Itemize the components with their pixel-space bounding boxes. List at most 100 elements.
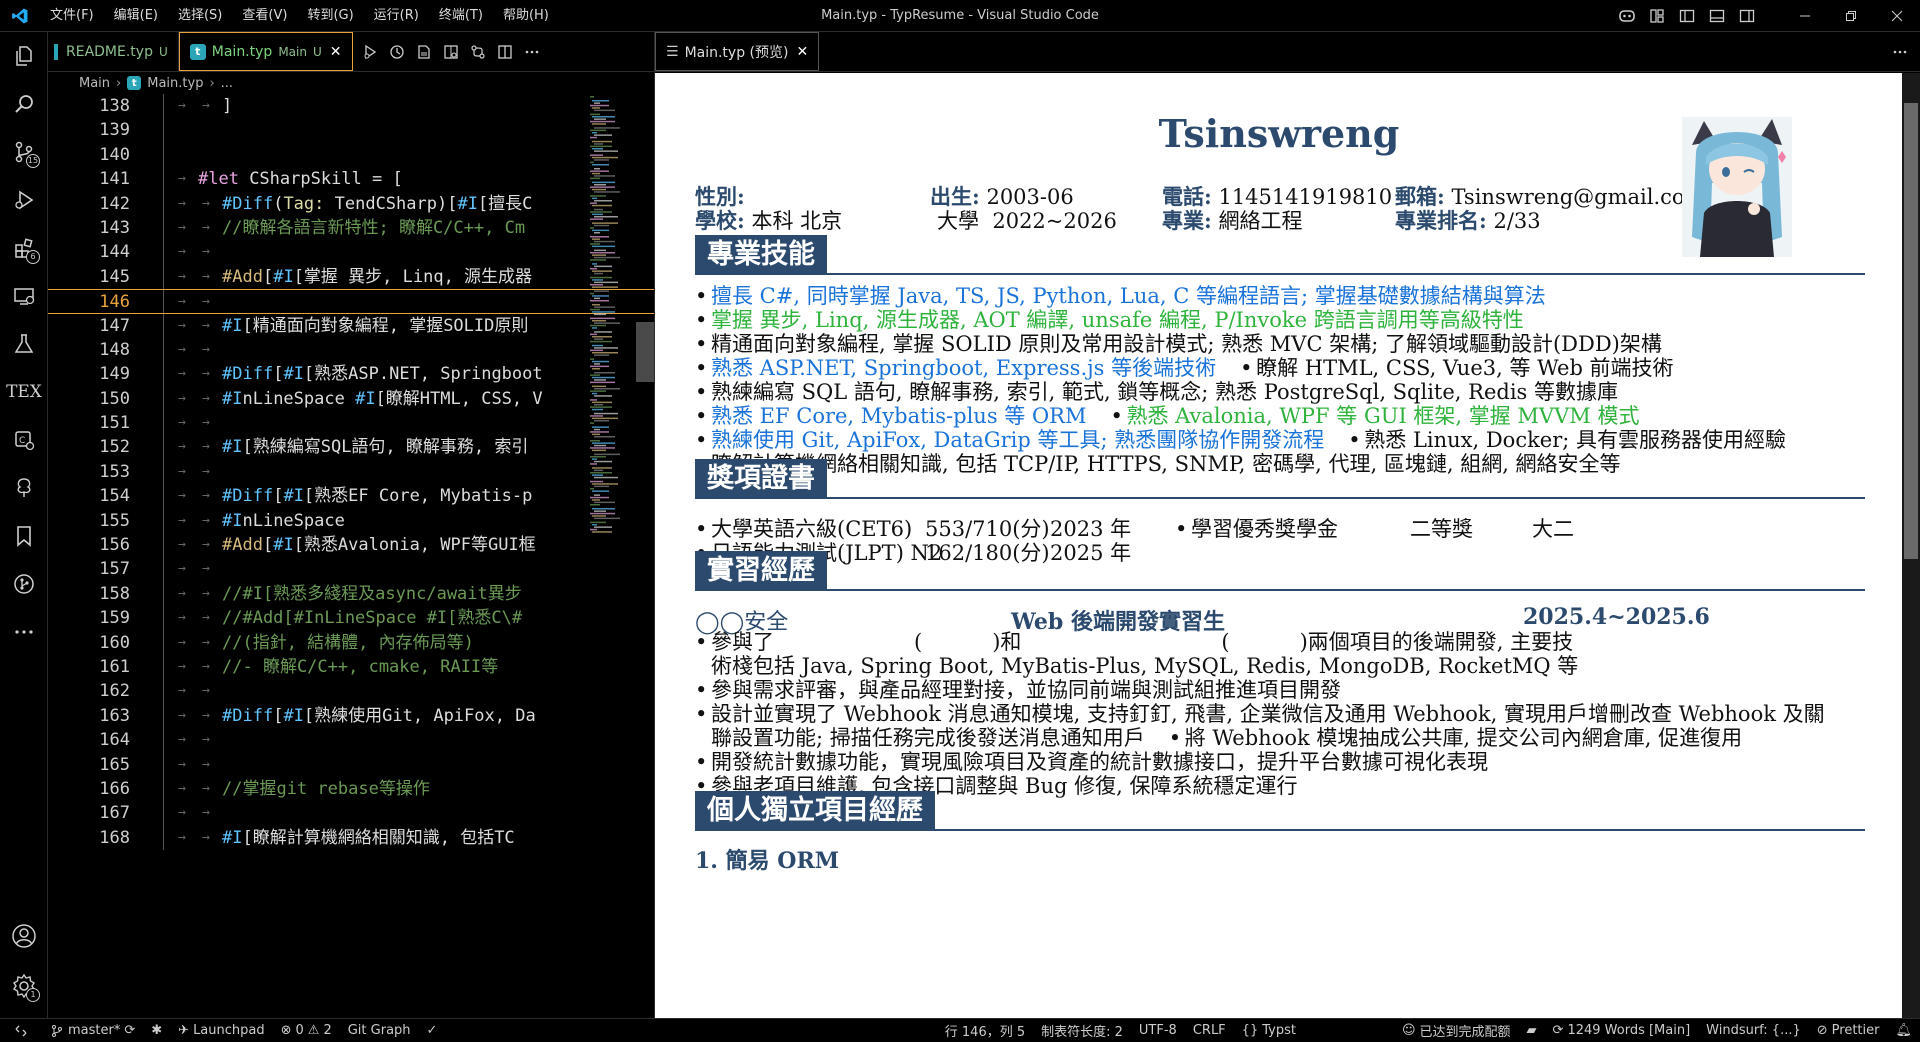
code-line[interactable]: 141 → #let CSharpSkill = [ <box>48 167 654 192</box>
encoding[interactable]: UTF-8 <box>1131 1023 1185 1038</box>
scrollbar-thumb[interactable] <box>636 322 654 382</box>
cursor-position[interactable]: 行 146，列 5 <box>937 1021 1033 1040</box>
code-line[interactable]: 155 → → #InLineSpace <box>48 508 654 534</box>
explorer-icon[interactable] <box>0 32 48 80</box>
tab-preview[interactable]: ☰ Main.typ (预览) ✕ <box>655 32 820 71</box>
minimap[interactable] <box>588 94 621 1018</box>
code-line[interactable]: 165 → → <box>48 752 654 777</box>
code-line[interactable]: 158 → → //#I[熟悉多綫程及async/await異步 <box>48 581 654 607</box>
container-settings-icon[interactable]: C <box>0 416 48 464</box>
code-line[interactable]: 160 → → //(指針, 結構體, 內存佈局等) <box>48 630 654 655</box>
code-line[interactable]: 146 → → <box>48 289 654 314</box>
more-views-icon[interactable] <box>0 608 48 656</box>
word-count[interactable]: ⟳ 1249 Words [Main] <box>1545 1023 1699 1038</box>
compare-changes-icon[interactable] <box>465 32 492 72</box>
tex-icon[interactable]: TEX <box>0 368 48 416</box>
breadcrumb-symbol[interactable]: ... <box>221 76 233 91</box>
timeline-history-icon[interactable] <box>384 32 411 72</box>
bookmark-icon[interactable] <box>0 512 48 560</box>
code-line[interactable]: 148 → → <box>48 337 654 363</box>
copilot-status[interactable]: ☺ 已达到完成配额 <box>1394 1021 1519 1040</box>
menu-item[interactable]: 查看(V) <box>232 0 297 32</box>
code-line[interactable]: 159 → → //#Add[#InLineSpace #I[熟悉C\# <box>48 606 654 631</box>
code-editor[interactable]: 138 → →] 139 140 141 → #let CSharpSkill = [142 →… <box>48 94 654 1018</box>
menu-item[interactable]: 选择(S) <box>168 0 232 32</box>
menu-item[interactable]: 编辑(E) <box>104 0 168 32</box>
testing-icon[interactable] <box>0 320 48 368</box>
code-line[interactable]: 162 → → <box>48 679 654 704</box>
menu-item[interactable]: 文件(F) <box>40 0 104 32</box>
menu-item[interactable]: 帮助(H) <box>493 0 559 32</box>
git-fetch-icon[interactable]: ✱ <box>143 1023 170 1038</box>
problems-item[interactable]: ⊗ 0 ⚠ 2 <box>273 1023 340 1038</box>
preview-status-icon[interactable]: ▰ <box>1519 1023 1545 1038</box>
code-line[interactable]: 166 → → //掌握git rebase等操作 <box>48 776 654 802</box>
line-ending[interactable]: CRLF <box>1185 1023 1234 1038</box>
close-window-button[interactable] <box>1874 0 1920 32</box>
prettier-status[interactable]: ⊘ Prettier <box>1809 1023 1888 1038</box>
copilot-icon[interactable] <box>1612 0 1642 32</box>
tab-readme[interactable]: README.typ U <box>48 32 179 71</box>
code-line[interactable]: 138 → →] <box>48 94 654 119</box>
branch-item[interactable]: master* ⟳ <box>42 1023 143 1038</box>
code-line[interactable]: 161 → → //- 瞭解C/C++, cmake, RAII等 <box>48 654 654 680</box>
close-tab-icon[interactable]: ✕ <box>796 44 808 60</box>
manage-settings-icon[interactable]: 1 <box>0 962 48 1010</box>
code-line[interactable]: 164 → → <box>48 728 654 753</box>
customize-layout-icon[interactable] <box>1642 0 1672 32</box>
launchpad-item[interactable]: ✈ Launchpad <box>170 1023 272 1038</box>
menu-item[interactable]: 运行(R) <box>364 0 429 32</box>
tree-icon[interactable] <box>0 464 48 512</box>
code-line[interactable]: 147 → → #I[精通面向對象編程, 掌握SOLID原則 <box>48 313 654 338</box>
open-preview-side-icon[interactable] <box>438 32 465 72</box>
code-line[interactable]: 153 → → <box>48 459 654 485</box>
code-line[interactable]: 144 → → <box>48 240 654 265</box>
run-preview-icon[interactable] <box>357 32 384 72</box>
toggle-panel-icon[interactable] <box>1702 0 1732 32</box>
source-control-icon[interactable]: 15 <box>0 128 48 176</box>
code-line[interactable]: 149 → → #Diff[#I[熟悉ASP.NET, Springboot <box>48 362 654 387</box>
code-line[interactable]: 152 → → #I[熟練編寫SQL語句, 瞭解事務, 索引 <box>48 435 654 460</box>
scrollbar-thumb[interactable] <box>1904 103 1918 559</box>
code-line[interactable]: 143 → → //瞭解各語言新特性; 瞭解C/C++, Cm <box>48 215 654 241</box>
code-line[interactable]: 167 → → <box>48 801 654 826</box>
code-line[interactable]: 151 → → <box>48 411 654 436</box>
breadcrumb-file[interactable]: Main.typ <box>147 76 203 91</box>
close-tab-icon[interactable]: ✕ <box>330 44 342 60</box>
tab-main-typ[interactable]: t Main.typ Main U ✕ <box>178 32 353 71</box>
git-graph-item[interactable]: Git Graph <box>340 1023 419 1038</box>
export-pdf-icon[interactable] <box>411 32 438 72</box>
restore-button[interactable] <box>1828 0 1874 32</box>
code-line[interactable]: 142 → → #Diff(Tag: TendCSharp)[#I[擅長C <box>48 191 654 216</box>
git-graph-icon[interactable] <box>0 560 48 608</box>
code-line[interactable]: 150 → → #InLineSpace #I[瞭解HTML, CSS, V <box>48 386 654 412</box>
preview-scrollbar[interactable] <box>1902 73 1920 1018</box>
check-icon[interactable]: ✓ <box>419 1023 446 1038</box>
toggle-secondary-sidebar-icon[interactable] <box>1732 0 1762 32</box>
sync-icon[interactable]: ⟳ <box>124 1023 135 1038</box>
search-icon[interactable] <box>0 80 48 128</box>
account-icon[interactable] <box>0 912 48 960</box>
windsurf-status[interactable]: Windsurf: {...} <box>1698 1023 1809 1038</box>
code-line[interactable]: 145 → → #Add[#I[掌握 異步, Linq, 源生成器 <box>48 264 654 290</box>
menu-item[interactable]: 转到(G) <box>297 0 363 32</box>
code-line[interactable]: 156 → → #Add[#I[熟悉Avalonia, WPF等GUI框 <box>48 533 654 558</box>
split-editor-icon[interactable] <box>492 32 519 72</box>
tab-size[interactable]: 制表符长度: 2 <box>1033 1021 1131 1040</box>
editor-scrollbar[interactable] <box>636 94 654 1018</box>
typst-preview[interactable]: Tsinswreng 性別: 出生: 2003-06 電話: 114514191… <box>655 73 1903 1018</box>
code-line[interactable]: 163 → → #Diff[#I[熟練使用Git, ApiFox, Da <box>48 703 654 729</box>
breadcrumb-folder[interactable]: Main <box>79 76 110 91</box>
run-debug-icon[interactable] <box>0 176 48 224</box>
language-mode[interactable]: {} Typst <box>1234 1023 1304 1038</box>
code-line[interactable]: 140 <box>48 142 654 168</box>
remote-explorer-icon[interactable] <box>0 272 48 320</box>
extensions-icon[interactable]: 6 <box>0 224 48 272</box>
menu-item[interactable]: 终端(T) <box>429 0 493 32</box>
code-line[interactable]: 139 <box>48 118 654 143</box>
more-actions-icon[interactable] <box>1880 32 1920 71</box>
toggle-primary-sidebar-icon[interactable] <box>1672 0 1702 32</box>
notifications-icon[interactable]: 🔔︎ <box>1887 1023 1920 1038</box>
remote-indicator[interactable] <box>0 1024 42 1038</box>
code-line[interactable]: 154 → → #Diff[#I[熟悉EF Core, Mybatis-p <box>48 484 654 509</box>
